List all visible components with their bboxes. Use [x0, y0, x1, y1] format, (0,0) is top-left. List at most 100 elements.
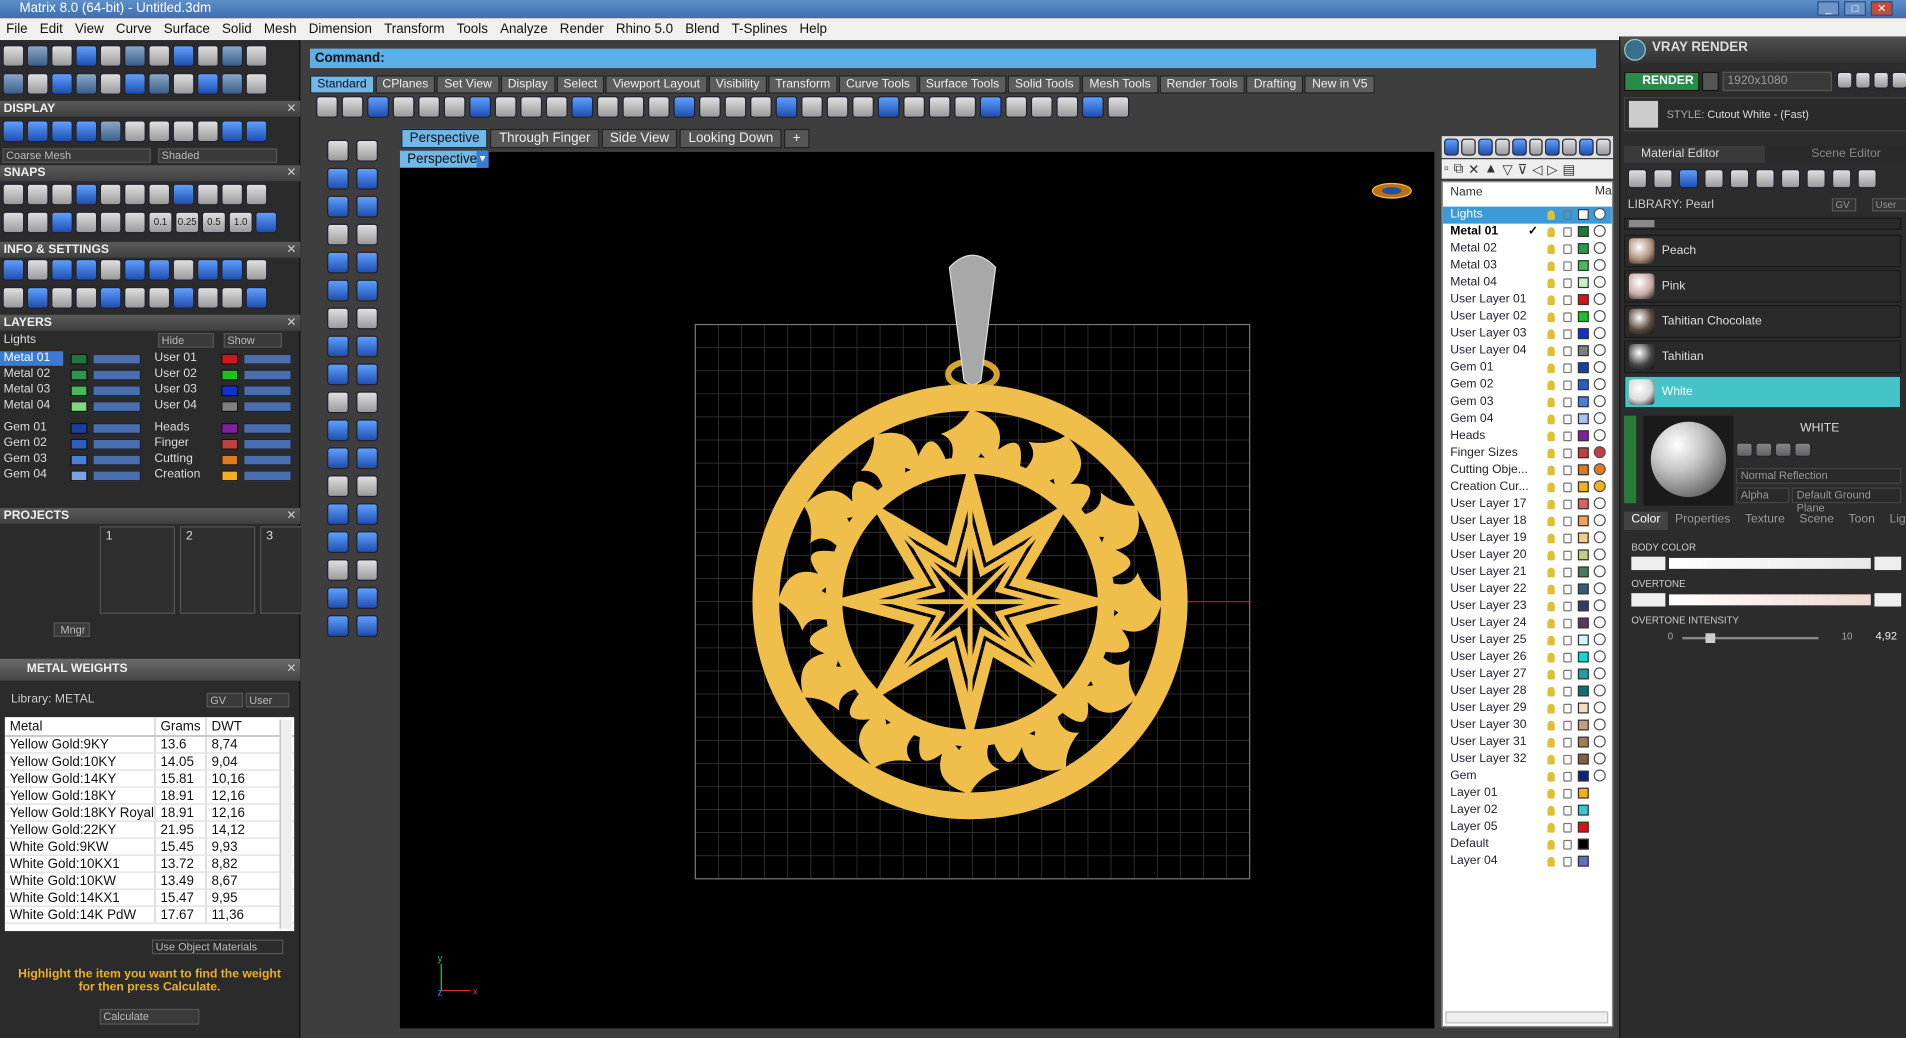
close-button[interactable]: ✕	[1870, 1, 1893, 16]
visibility-bulb-icon[interactable]	[1547, 261, 1555, 272]
layer-row[interactable]: User Layer 19	[1443, 530, 1612, 547]
layer-toggle-icons[interactable]	[92, 454, 142, 466]
tool-icon[interactable]	[123, 72, 146, 95]
column-header-metal[interactable]: Metal	[5, 717, 156, 736]
draw-tool-icon[interactable]	[356, 475, 379, 498]
lock-icon[interactable]	[1563, 363, 1572, 374]
visibility-bulb-icon[interactable]	[1547, 499, 1555, 510]
visibility-bulb-icon[interactable]	[1547, 380, 1555, 391]
material-ball-icon[interactable]	[1593, 429, 1606, 442]
layer-row[interactable]: Gem 03	[1443, 394, 1612, 411]
layer-toggle-icons[interactable]	[243, 385, 292, 397]
material-ball-icon[interactable]	[1593, 599, 1606, 612]
lock-icon[interactable]	[1563, 703, 1572, 714]
visibility-bulb-icon[interactable]	[1547, 278, 1555, 289]
tool-icon[interactable]	[99, 286, 122, 309]
draw-tool-icon[interactable]	[356, 419, 379, 442]
lock-icon[interactable]	[1563, 261, 1572, 272]
tab-drafting[interactable]: Drafting	[1246, 75, 1304, 94]
display-section-header[interactable]: DISPLAY ✕	[0, 100, 301, 117]
menu-transform[interactable]: Transform	[378, 22, 451, 37]
layer-row[interactable]: Cutting Obje...	[1443, 462, 1612, 479]
material-ball-icon[interactable]	[1593, 412, 1606, 425]
layer-row[interactable]: Metal 01 ✓	[1443, 224, 1612, 241]
command-line[interactable]: Command:	[309, 48, 1597, 69]
tool-icon[interactable]	[245, 44, 268, 67]
layer-color-swatch[interactable]	[70, 353, 88, 365]
tool-icon[interactable]	[245, 286, 268, 309]
layer-row[interactable]: User Layer 23	[1443, 598, 1612, 615]
layer-tool-icon[interactable]	[1596, 138, 1611, 156]
table-row[interactable]: White Gold:14KX1 15.47 9,95	[4, 889, 295, 907]
layer-material-header[interactable]: Ma	[1595, 185, 1612, 198]
layer-item[interactable]: Heads	[151, 421, 214, 436]
toolbar-icon[interactable]	[826, 96, 849, 118]
layer-color-swatch[interactable]	[1577, 855, 1589, 867]
layer-color-swatch[interactable]	[1577, 804, 1589, 816]
projects-section-header[interactable]: PROJECTS ✕	[0, 508, 301, 524]
tool-icon[interactable]	[2, 44, 25, 67]
tool-icon[interactable]	[99, 183, 122, 206]
visibility-bulb-icon[interactable]	[1547, 805, 1555, 816]
toolbar-icon[interactable]	[443, 96, 466, 118]
tool-icon[interactable]	[75, 211, 98, 234]
layer-row[interactable]: User Layer 32	[1443, 751, 1612, 768]
tool-icon[interactable]	[51, 72, 73, 95]
prev-icon[interactable]: ◁	[1532, 162, 1542, 178]
lock-icon[interactable]	[1563, 771, 1572, 782]
material-ball-icon[interactable]	[1593, 378, 1606, 391]
list-view-icon[interactable]	[1891, 71, 1906, 89]
visibility-bulb-icon[interactable]	[1547, 839, 1555, 850]
material-ball-icon[interactable]	[1593, 582, 1606, 595]
layer-row[interactable]: User Layer 25	[1443, 632, 1612, 649]
layer-color-swatch[interactable]	[1577, 583, 1589, 595]
use-object-materials-button[interactable]: Use Object Materials	[151, 939, 284, 955]
tab-viewport-layout[interactable]: Viewport Layout	[605, 75, 708, 94]
subtab-color[interactable]: Color	[1624, 511, 1668, 530]
toolbar-icon[interactable]	[392, 96, 415, 118]
grid-view-icon[interactable]	[1873, 71, 1890, 89]
layer-item[interactable]: User 03	[151, 383, 214, 398]
view-cube-icon[interactable]	[1371, 182, 1412, 199]
copy-layer-icon[interactable]: ⧉	[1454, 162, 1464, 177]
tool-icon[interactable]	[26, 286, 49, 309]
tool-icon[interactable]	[172, 44, 195, 67]
tool-icon[interactable]	[51, 183, 73, 206]
toolbar-icon[interactable]	[775, 96, 798, 118]
tool-icon[interactable]	[1755, 442, 1773, 458]
visibility-bulb-icon[interactable]	[1547, 618, 1555, 629]
layer-color-swatch[interactable]	[1577, 634, 1589, 646]
tool-icon[interactable]	[148, 183, 171, 206]
visibility-bulb-icon[interactable]	[1547, 635, 1555, 646]
layer-color-swatch[interactable]	[70, 385, 88, 397]
menu-help[interactable]: Help	[793, 22, 833, 37]
menu-file[interactable]: File	[0, 22, 34, 37]
material-ball-icon[interactable]	[1593, 667, 1606, 680]
material-ball-icon[interactable]	[1593, 480, 1606, 493]
tool-icon[interactable]	[26, 44, 49, 67]
tool-icon[interactable]	[148, 44, 171, 67]
lock-icon[interactable]	[1563, 533, 1572, 544]
layer-color-swatch[interactable]	[221, 385, 239, 397]
layer-color-swatch[interactable]	[1577, 396, 1589, 408]
lock-icon[interactable]	[1563, 669, 1572, 680]
layer-color-swatch[interactable]	[1577, 753, 1589, 765]
body-color-swatch-end[interactable]	[1874, 556, 1902, 571]
draw-tool-icon[interactable]	[326, 335, 349, 358]
lock-icon[interactable]	[1563, 329, 1572, 340]
draw-tool-icon[interactable]	[326, 475, 349, 498]
tool-icon[interactable]	[75, 183, 98, 206]
lock-icon[interactable]	[1563, 856, 1572, 867]
lock-icon[interactable]	[1563, 397, 1572, 408]
layer-color-swatch[interactable]	[1577, 651, 1589, 663]
layer-color-swatch[interactable]	[70, 369, 88, 381]
layer-color-swatch[interactable]	[1577, 736, 1589, 748]
tool-icon[interactable]	[75, 120, 98, 143]
material-ball-icon[interactable]	[1593, 684, 1606, 697]
next-frame-icon[interactable]	[1855, 71, 1871, 89]
lock-icon[interactable]	[1563, 499, 1572, 510]
snap-value-1[interactable]: 0.25	[175, 211, 200, 234]
layer-tool-icon[interactable]	[1528, 138, 1544, 156]
material-tool-icon[interactable]	[1704, 168, 1724, 189]
material-tool-icon[interactable]	[1780, 168, 1801, 189]
